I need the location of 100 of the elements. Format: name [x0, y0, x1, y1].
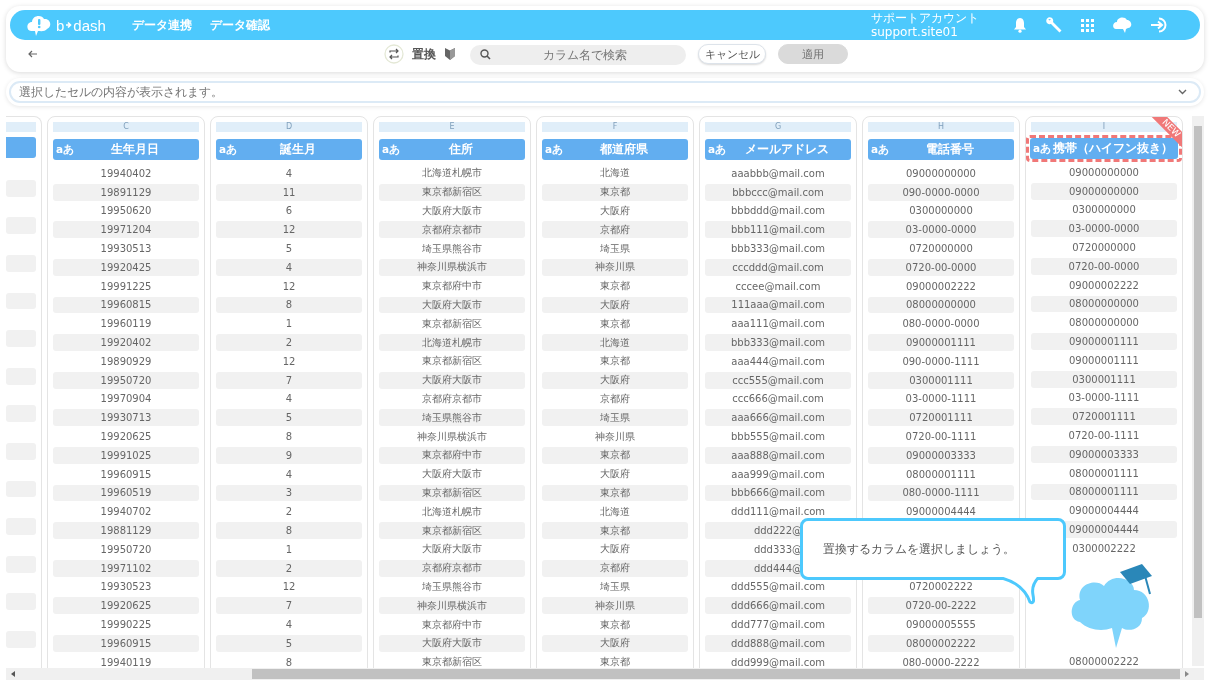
apps-grid-icon[interactable]: [1081, 18, 1094, 32]
scroll-left-icon[interactable]: [10, 671, 16, 677]
cell-value: 埼玉県熊谷市: [422, 241, 482, 256]
cell-value: 4: [285, 393, 293, 405]
cell-value: 08000002222: [1069, 655, 1139, 667]
cell-value: 09000000000: [906, 167, 976, 179]
search-icon: [480, 48, 491, 60]
cell-value: 03-0000-0000: [1068, 223, 1140, 235]
swap-icon[interactable]: [384, 44, 404, 64]
column-header[interactable]: aあ 電話番号: [868, 139, 1014, 160]
column-header[interactable]: aあ 都道府県: [542, 139, 688, 160]
cell-value: 5: [285, 243, 293, 255]
chevron-down-icon[interactable]: [1178, 89, 1187, 95]
column-letter: E: [379, 122, 525, 132]
column-header[interactable]: aあ携帯（ハイフン抜き）: [1030, 138, 1178, 159]
cell-value: 0720-00-0000: [1068, 260, 1140, 272]
cell-value: 12: [282, 581, 296, 593]
cell-value: 19960119: [100, 318, 152, 330]
horizontal-scrollbar[interactable]: [6, 668, 1204, 680]
account-id: support.site01: [871, 25, 959, 39]
cell-value: 埼玉県熊谷市: [422, 410, 482, 425]
cell-value: 大阪府: [600, 467, 630, 482]
cell-value: 09000003333: [1069, 448, 1139, 460]
cancel-button[interactable]: キャンセル: [698, 44, 766, 64]
type-label: aあ: [1033, 141, 1052, 156]
cell-value: 東京都新宿区: [422, 185, 482, 200]
cell-value: 0720000000: [1072, 242, 1136, 254]
scroll-right-icon[interactable]: [1184, 671, 1190, 677]
cell-value: 北海道札幌市: [422, 504, 482, 519]
cell-value: 大阪府: [600, 204, 630, 218]
cell-value: 19920402: [100, 337, 152, 349]
cell-value: ddd333@: [753, 543, 803, 555]
cell-value: 0300002222: [1072, 542, 1136, 554]
shield-icon[interactable]: [444, 47, 456, 61]
cell-value: 北海道札幌市: [422, 335, 482, 350]
cloud-icon[interactable]: [1112, 16, 1132, 34]
cell-value: 19930523: [100, 581, 152, 593]
cell-value: 大阪府: [600, 542, 630, 557]
cell-value: 大阪府: [600, 373, 630, 388]
cell-value: 19881129: [100, 525, 152, 537]
cell-value: 080-0000-1111: [902, 487, 980, 499]
search-field[interactable]: カラム名で検索: [470, 45, 686, 65]
cell-value: 東京都新宿区: [422, 354, 482, 369]
cell-value: 東京都府中市: [422, 617, 482, 632]
cell-value: aaa888@mail.com: [731, 449, 825, 461]
column-header[interactable]: aあ 生年月日: [53, 139, 199, 160]
cell-value: 09000000000: [1069, 166, 1139, 178]
cell-value: 19930513: [100, 243, 152, 255]
column-letter: D: [216, 122, 362, 132]
cell-value: 大阪府大阪市: [422, 297, 482, 312]
bell-icon[interactable]: [1013, 17, 1027, 33]
logo-text: b: [56, 16, 65, 34]
cell-value: 09000000000: [1069, 185, 1139, 197]
column-header[interactable]: aあ 住所: [379, 139, 525, 160]
cell-value: 08000001111: [906, 468, 976, 480]
cell-value: 19920625: [100, 431, 152, 443]
cell-value: 0300001111: [909, 374, 973, 386]
nav-link[interactable]: データ連携: [131, 16, 192, 34]
cell-value: 19960915: [100, 637, 152, 649]
cell-value: 09000004444: [1069, 524, 1139, 536]
cell-value: 東京都: [600, 185, 630, 200]
vertical-scrollbar[interactable]: [1192, 116, 1204, 666]
column-header[interactable]: [6, 137, 36, 158]
nav-link[interactable]: データ確認: [209, 16, 270, 34]
cell-value: 大阪府大阪市: [422, 467, 482, 482]
cell-value: 神奈川県横浜市: [417, 598, 487, 613]
wrench-icon[interactable]: [1045, 16, 1063, 34]
column-letter: G: [705, 122, 851, 132]
cell-value: 19950720: [100, 543, 152, 555]
cell-value: 東京都新宿区: [422, 523, 482, 538]
cell-content-field[interactable]: 選択したセルの内容が表示されます。: [9, 81, 1201, 103]
type-label: aあ: [56, 142, 75, 157]
cell-value: 東京都府中市: [422, 448, 482, 463]
column-header[interactable]: aあ メールアドレス: [705, 139, 851, 160]
back-arrow-icon[interactable]: [28, 50, 38, 58]
column-header[interactable]: aあ 誕生月: [216, 139, 362, 160]
cell-value: aaabbb@mail.com: [731, 167, 825, 179]
column-letter: H: [868, 122, 1014, 132]
cell-value: 埼玉県熊谷市: [422, 579, 482, 594]
cell-value: 北海道: [600, 166, 630, 181]
column-letter: C: [53, 122, 199, 132]
cell-value: 東京都府中市: [422, 279, 482, 294]
column-title: メールアドレス: [745, 141, 829, 158]
cell-value: 0720-00-0000: [905, 261, 977, 273]
cell-value: 03-0000-1111: [905, 393, 977, 405]
cell-value: ddd777@mail.com: [730, 619, 826, 630]
cell-value: bbb111@mail.com: [730, 224, 826, 236]
cell-value: 埼玉県: [600, 579, 630, 594]
cell-value: 4: [285, 167, 293, 179]
type-label: aあ: [382, 142, 401, 157]
cell-value: 08000002222: [906, 637, 976, 649]
cell-value: 0720-00-2222: [905, 600, 977, 612]
cell-value: 8: [285, 525, 293, 537]
type-label: aあ: [545, 142, 564, 157]
cell-value: 19920625: [100, 600, 152, 612]
cell-value: ddd888@mail.com: [730, 637, 826, 649]
cell-value: 神奈川県: [595, 598, 635, 613]
cell-value: 19960519: [100, 487, 152, 499]
cell-value: 2: [285, 337, 293, 349]
logo-text: dash: [73, 16, 106, 34]
